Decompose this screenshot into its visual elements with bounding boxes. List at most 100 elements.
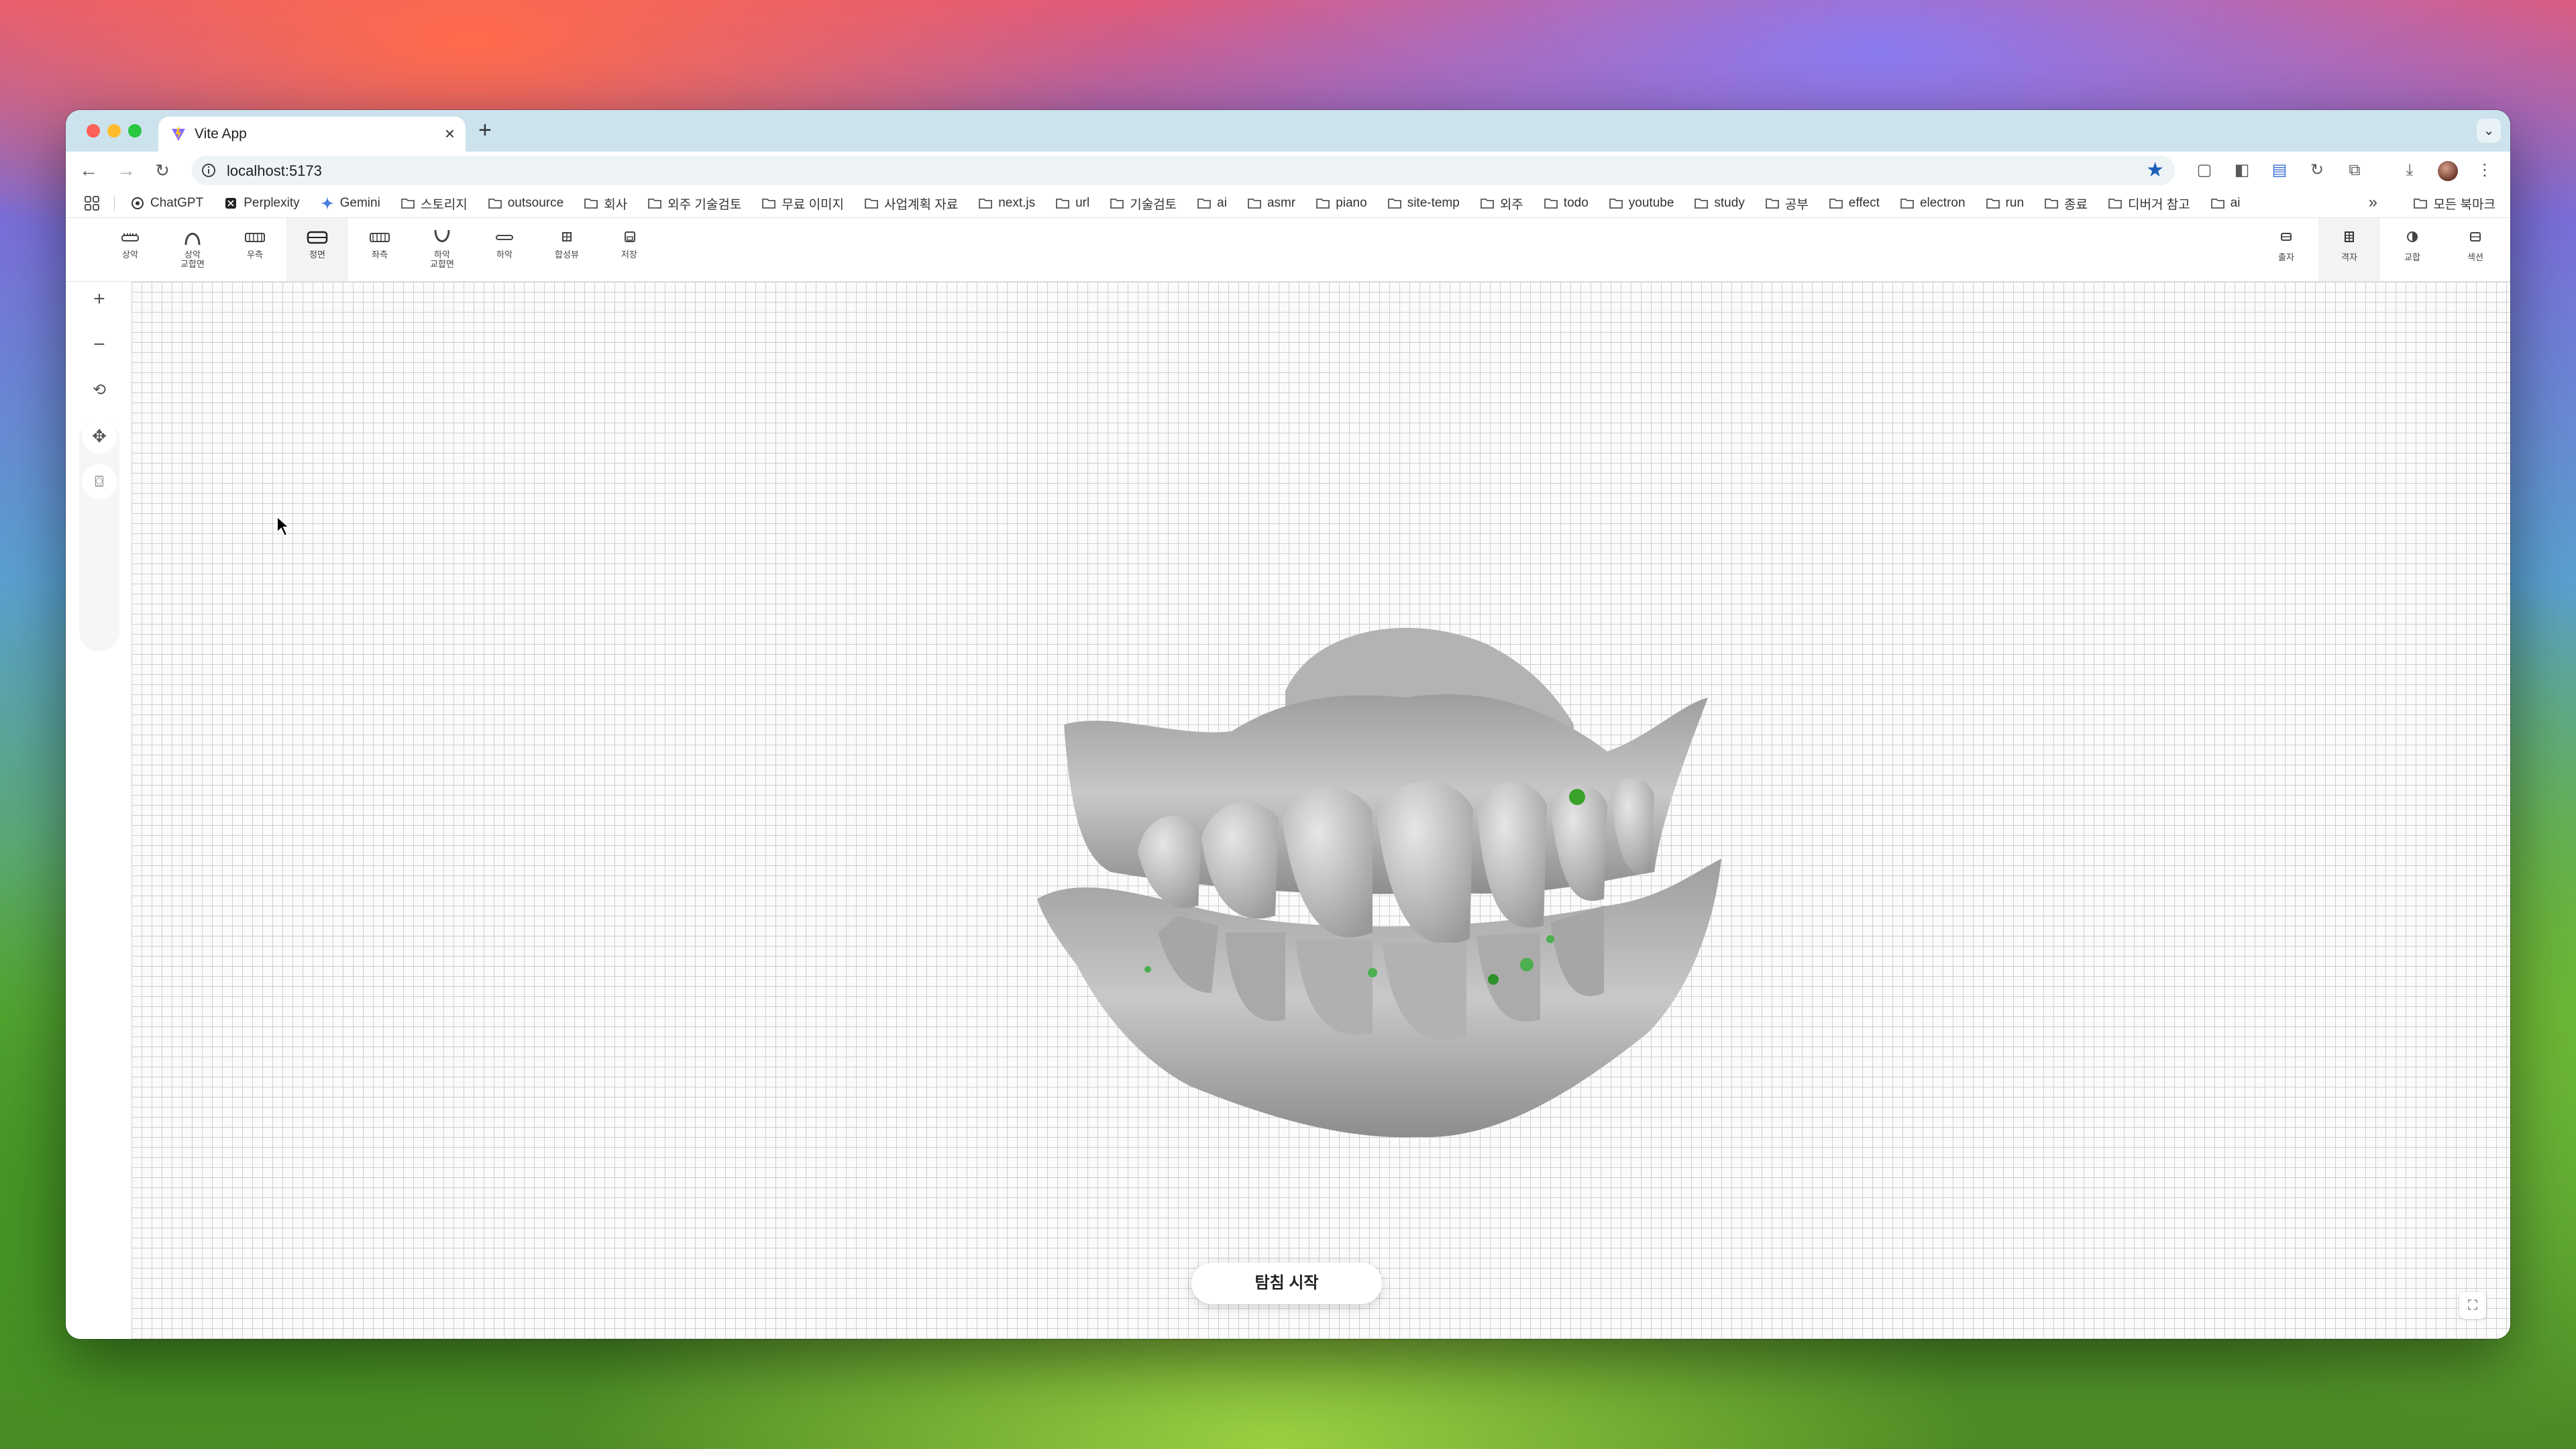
- bookmark-label: 외주: [1499, 197, 1523, 212]
- camera-reset-icon[interactable]: ⌼: [82, 464, 117, 499]
- extension-icon[interactable]: ▤: [2267, 158, 2292, 182]
- apps-grid-icon[interactable]: [83, 195, 101, 212]
- folder-icon: [1544, 196, 1558, 211]
- bookmark-item[interactable]: 디버거 참고: [2108, 195, 2190, 213]
- tab-search-button[interactable]: ⌄: [2477, 119, 2501, 143]
- folder-icon: [864, 196, 879, 211]
- bookmark-label: 외주 기술검토: [667, 197, 742, 212]
- tool-upper[interactable]: 상악: [99, 218, 161, 281]
- bookmark-item[interactable]: 회사: [584, 195, 627, 213]
- folder-icon: [488, 196, 502, 211]
- bookmark-item[interactable]: site-temp: [1387, 196, 1460, 211]
- folder-icon: [647, 196, 662, 211]
- folder-icon: [1316, 196, 1330, 211]
- bookmark-item[interactable]: 스토리지: [400, 195, 468, 213]
- tool-section[interactable]: 섹션: [2445, 218, 2506, 281]
- menu-icon[interactable]: ⋮: [2473, 158, 2497, 182]
- start-probe-button[interactable]: 탐침 시작: [1191, 1263, 1382, 1304]
- tool-print[interactable]: 출자: [2255, 218, 2317, 281]
- bookmark-item[interactable]: run: [1986, 196, 2024, 211]
- bookmark-star-icon[interactable]: ★: [2146, 158, 2164, 182]
- sync-icon[interactable]: ↻: [2305, 158, 2329, 182]
- close-tab-icon[interactable]: ×: [445, 123, 455, 144]
- extension-icon[interactable]: ◧: [2230, 158, 2254, 182]
- bookmark-label: 종료: [2064, 197, 2088, 212]
- tool-label: 하악: [496, 250, 513, 260]
- bookmark-item[interactable]: todo: [1544, 196, 1589, 211]
- rotate-icon[interactable]: ⟲: [82, 373, 117, 408]
- bookmark-item[interactable]: study: [1694, 196, 1745, 211]
- view-toolbar: 상악 상악 교합면 우측 정면 좌측 하악 교합면 하악 합성뷰 저장 출자 격…: [66, 218, 2510, 282]
- bookmark-item[interactable]: electron: [1900, 196, 1966, 211]
- dental-model[interactable]: [936, 617, 1876, 1208]
- folder-icon: [1387, 196, 1402, 211]
- minimize-window-button[interactable]: [107, 124, 121, 138]
- browser-toolbar: ← → ↻ localhost:5173 ★ ▢ ◧ ▤ ↻ ⧉ ⤓ ⋮: [66, 152, 2510, 189]
- bookmark-label: youtube: [1628, 196, 1674, 210]
- folder-icon: [400, 196, 415, 211]
- bookmark-item[interactable]: url: [1055, 196, 1089, 211]
- download-icon[interactable]: ⤓: [2398, 158, 2422, 182]
- maximize-window-button[interactable]: [128, 124, 142, 138]
- tool-label: 저장: [621, 250, 637, 260]
- gemini-icon: [320, 196, 335, 211]
- tool-upper-occlusal[interactable]: 상악 교합면: [162, 218, 223, 281]
- all-bookmarks-folder[interactable]: 모든 북마크: [2413, 189, 2496, 217]
- bookmark-item[interactable]: 공부: [1765, 195, 1809, 213]
- bookmark-item[interactable]: effect: [1829, 196, 1880, 211]
- 3d-viewport[interactable]: [131, 282, 2510, 1339]
- bookmark-item[interactable]: ai: [2210, 196, 2240, 211]
- tool-left[interactable]: 좌측: [349, 218, 411, 281]
- tool-label: 교합: [2404, 252, 2420, 262]
- folder-icon: [761, 196, 776, 211]
- tool-grid[interactable]: 격자: [2318, 218, 2380, 281]
- bookmark-item[interactable]: Perplexity: [223, 196, 300, 211]
- perplexity-icon: [223, 196, 238, 211]
- bookmark-item[interactable]: Gemini: [320, 196, 380, 211]
- bookmark-label: todo: [1563, 196, 1589, 210]
- tool-lower-occlusal[interactable]: 하악 교합면: [411, 218, 473, 281]
- fit-view-icon[interactable]: ⛶: [2459, 1292, 2486, 1319]
- chatgpt-icon: [130, 196, 145, 211]
- folder-icon: [1110, 196, 1124, 211]
- bookmark-item[interactable]: asmr: [1247, 196, 1295, 211]
- site-info-icon[interactable]: [200, 162, 217, 179]
- bookmark-item[interactable]: 기술검토: [1110, 195, 1177, 213]
- profile-avatar[interactable]: [2438, 161, 2458, 181]
- bookmark-item[interactable]: ChatGPT: [130, 196, 203, 211]
- back-icon[interactable]: ←: [75, 157, 102, 184]
- bookmark-item[interactable]: 사업계획 자료: [864, 195, 958, 213]
- tool-front[interactable]: 정면: [286, 218, 348, 281]
- tool-lower[interactable]: 하악: [474, 218, 535, 281]
- browser-tab[interactable]: Vite App ×: [158, 117, 466, 152]
- puzzle-icon[interactable]: ⧉: [2343, 158, 2367, 182]
- extension-icon[interactable]: ▢: [2192, 158, 2216, 182]
- address-bar[interactable]: localhost:5173 ★: [192, 156, 2175, 185]
- zoom-in-button[interactable]: +: [82, 282, 117, 317]
- pan-icon[interactable]: ✥: [82, 419, 117, 453]
- bookmark-item[interactable]: next.js: [978, 196, 1035, 211]
- tool-combined-view[interactable]: 합성뷰: [536, 218, 598, 281]
- bookmark-item[interactable]: outsource: [488, 196, 564, 211]
- tool-save[interactable]: 저장: [598, 218, 660, 281]
- bookmark-item[interactable]: 종료: [2044, 195, 2088, 213]
- bookmark-item[interactable]: youtube: [1609, 196, 1674, 211]
- bookmark-label: ChatGPT: [150, 196, 204, 210]
- bookmark-item[interactable]: ai: [1197, 196, 1227, 211]
- print-icon: [2281, 233, 2292, 241]
- reload-icon[interactable]: ↻: [149, 157, 176, 184]
- tool-right[interactable]: 우측: [224, 218, 286, 281]
- more-bookmarks-icon[interactable]: »: [2369, 193, 2377, 212]
- bookmark-item[interactable]: 외주: [1480, 195, 1523, 213]
- grid-view-icon: [562, 232, 572, 241]
- bookmark-item[interactable]: 무료 이미지: [761, 195, 844, 213]
- folder-icon: [1609, 196, 1623, 211]
- bookmark-item[interactable]: piano: [1316, 196, 1367, 211]
- forward-icon[interactable]: →: [113, 157, 140, 184]
- new-tab-button[interactable]: +: [478, 118, 492, 142]
- tool-occlusion[interactable]: 교합: [2381, 218, 2443, 281]
- zoom-out-button[interactable]: −: [82, 327, 117, 362]
- close-window-button[interactable]: [87, 124, 100, 138]
- bookmark-item[interactable]: 외주 기술검토: [647, 195, 741, 213]
- tool-label: 좌측: [372, 250, 388, 260]
